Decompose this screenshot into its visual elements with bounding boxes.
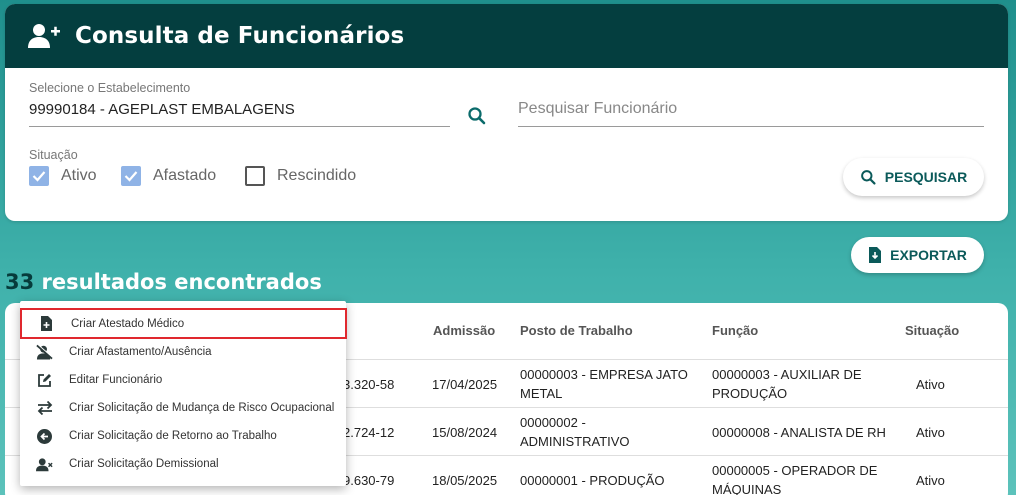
column-header-posto[interactable]: Posto de Trabalho — [520, 323, 633, 338]
cpf-cell: 9.630-79 — [343, 473, 395, 488]
situation-label: Situação — [29, 148, 78, 162]
checkbox-rescindido[interactable]: Rescindido — [245, 166, 356, 186]
cpf-cell: 2.724-12 — [343, 425, 395, 440]
function-cell-line1: 00000003 - AUXILIAR DE — [712, 367, 862, 382]
menu-item-editar-funcionario[interactable]: Editar Funcionário — [20, 366, 346, 394]
menu-item-demissional[interactable]: Criar Solicitação Demissional — [20, 450, 346, 478]
user-remove-icon — [36, 456, 53, 473]
checkbox-ativo[interactable]: Ativo — [29, 166, 97, 186]
establishment-underline — [29, 126, 450, 127]
post-cell-line1: 00000002 - — [520, 415, 586, 430]
checkbox-ativo-label: Ativo — [61, 167, 97, 184]
post-cell-line1: 00000001 - PRODUÇÃO — [520, 473, 665, 488]
page-header: Consulta de Funcionários — [5, 4, 1008, 68]
menu-item-retorno-trabalho[interactable]: Criar Solicitação de Retorno ao Trabalho — [20, 422, 346, 450]
column-header-funcao[interactable]: Função — [712, 323, 758, 338]
export-button[interactable]: EXPORTAR — [851, 237, 984, 273]
menu-item-label: Criar Solicitação de Mudança de Risco Oc… — [69, 402, 335, 414]
checkbox-checked-icon[interactable] — [29, 166, 49, 186]
establishment-label: Selecione o Estabelecimento — [29, 81, 191, 95]
page-title: Consulta de Funcionários — [75, 23, 405, 49]
search-icon — [860, 169, 876, 185]
swap-icon — [36, 400, 53, 417]
menu-item-criar-atestado[interactable]: Criar Atestado Médico — [20, 308, 347, 339]
search-icon[interactable] — [467, 106, 489, 128]
search-button-label: PESQUISAR — [884, 169, 968, 185]
menu-item-criar-afastamento[interactable]: Criar Afastamento/Ausência — [20, 338, 346, 366]
arrow-left-circle-icon — [36, 428, 53, 445]
status-cell: Ativo — [916, 377, 945, 392]
file-plus-icon — [38, 315, 55, 332]
checkbox-checked-icon[interactable] — [121, 166, 141, 186]
employee-search-input[interactable]: Pesquisar Funcionário — [518, 100, 677, 118]
checkbox-afastado-label: Afastado — [153, 167, 217, 184]
status-cell: Ativo — [916, 473, 945, 488]
menu-item-mudanca-risco[interactable]: Criar Solicitação de Mudança de Risco Oc… — [20, 394, 346, 422]
post-cell-line1: 00000003 - EMPRESA JATO — [520, 367, 688, 382]
results-count: 33 resultados encontrados — [5, 270, 322, 294]
menu-item-label: Criar Solicitação de Retorno ao Trabalho — [69, 430, 277, 442]
function-cell-line2: MÁQUINAS — [712, 482, 782, 495]
checkbox-afastado[interactable]: Afastado — [121, 166, 216, 186]
column-header-admissao[interactable]: Admissão — [433, 323, 495, 338]
user-add-icon — [27, 21, 61, 51]
row-actions-menu: Criar Atestado Médico Criar Afastamento/… — [20, 301, 347, 486]
results-number: 33 — [5, 270, 35, 294]
checkbox-unchecked-icon[interactable] — [245, 166, 265, 186]
menu-item-label: Criar Atestado Médico — [71, 317, 185, 330]
search-button[interactable]: PESQUISAR — [843, 158, 984, 196]
establishment-select[interactable]: 99990184 - AGEPLAST EMBALAGENS — [29, 101, 295, 118]
status-cell: Ativo — [916, 425, 945, 440]
results-text: resultados encontrados — [41, 270, 322, 294]
file-download-icon — [869, 247, 882, 263]
user-off-icon — [36, 344, 53, 361]
function-cell-line1: 00000005 - OPERADOR DE — [712, 463, 878, 478]
admission-cell: 17/04/2025 — [432, 377, 498, 392]
menu-item-label: Criar Afastamento/Ausência — [69, 346, 212, 358]
function-cell-line2: PRODUÇÃO — [712, 386, 788, 401]
post-cell-line2: ADMINISTRATIVO — [520, 434, 630, 449]
menu-item-label: Editar Funcionário — [69, 374, 163, 386]
admission-cell: 18/05/2025 — [432, 473, 498, 488]
export-button-label: EXPORTAR — [890, 247, 967, 263]
employee-search-underline — [518, 126, 984, 127]
edit-icon — [36, 372, 53, 389]
post-cell-line2: METAL — [520, 386, 563, 401]
function-cell-line1: 00000008 - ANALISTA DE RH — [712, 425, 886, 440]
filter-card: Consulta de Funcionários Selecione o Est… — [5, 4, 1008, 221]
checkbox-rescindido-label: Rescindido — [277, 167, 357, 184]
menu-item-label: Criar Solicitação Demissional — [69, 458, 219, 470]
cpf-cell: 3.320-58 — [343, 377, 395, 392]
column-header-situacao[interactable]: Situação — [905, 323, 959, 338]
admission-cell: 15/08/2024 — [432, 425, 498, 440]
